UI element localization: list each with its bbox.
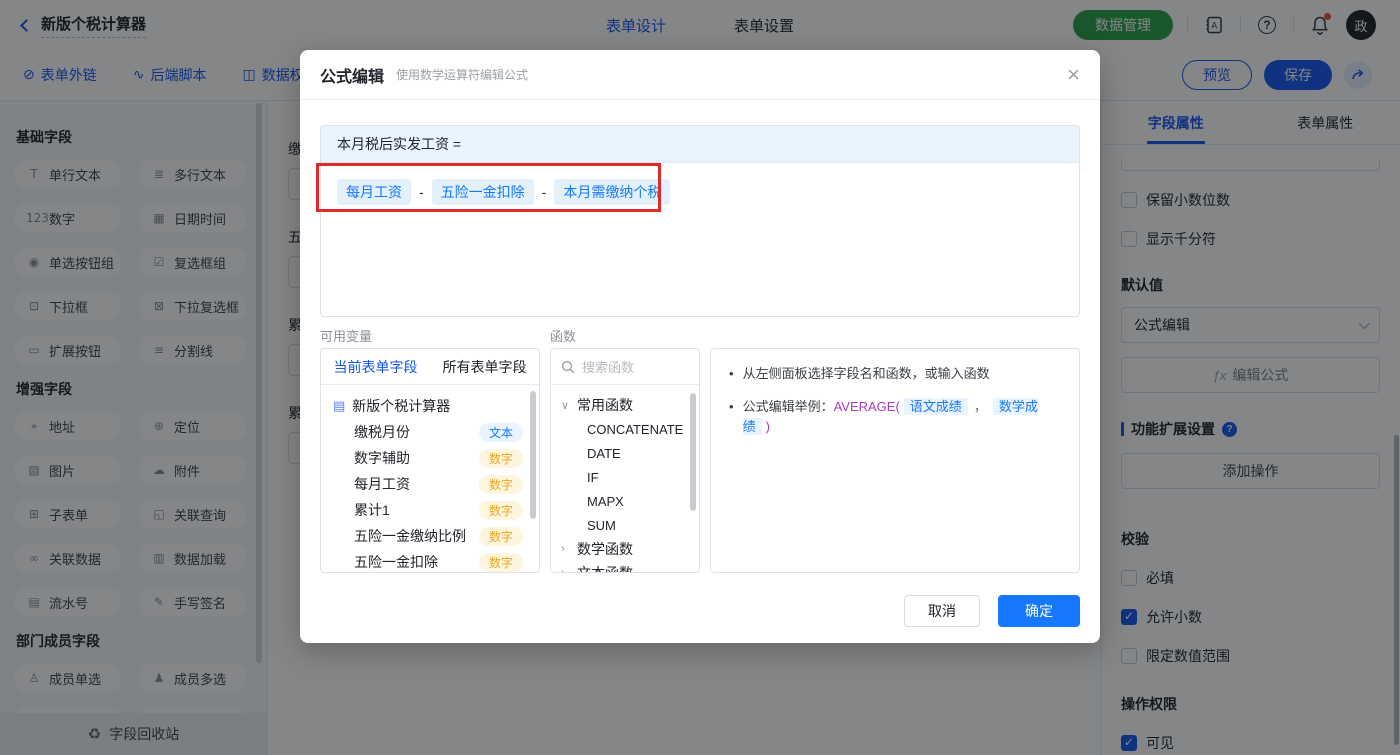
variable-type-badge: 数字 (478, 500, 523, 520)
variable-name: 数字辅助 (354, 450, 410, 466)
example-field-chip: 语文成绩 (903, 398, 968, 415)
formula-field-token[interactable]: 本月需缴纳个税 (554, 179, 671, 205)
function-item[interactable]: IF (561, 465, 699, 489)
example-close-paren: ) (765, 419, 770, 434)
variable-row[interactable]: 每月工资 数字 (333, 471, 539, 497)
variable-type-badge: 数字 (478, 526, 523, 546)
variable-row[interactable]: 缴税月份 文本 (333, 419, 539, 445)
formula-expression[interactable]: 每月工资 - 五险一金扣除 - 本月需缴纳个税 (321, 163, 1079, 221)
function-item[interactable]: SUM (561, 513, 699, 537)
functions-panel: 搜索函数 ∨ 常用函数 CONCATENATE DATE IF MAPX SUM › 数学函数 ›… (550, 348, 700, 573)
bullet: • (729, 366, 734, 381)
variable-type-badge: 数字 (478, 552, 523, 572)
formula-tips-panel: • 从左侧面板选择字段名和函数，或输入函数 • 公式编辑举例：AVERAGE(语… (710, 348, 1080, 573)
formula-operator: - (419, 184, 424, 200)
formula-editor[interactable]: 本月税后实发工资 = 每月工资 - 五险一金扣除 - 本月需缴纳个税 (320, 125, 1080, 317)
variable-type-badge: 数字 (478, 474, 523, 494)
variable-row[interactable]: 五险一金扣除 数字 (333, 549, 539, 572)
tip-line-example: • 公式编辑举例：AVERAGE(语文成绩，数学成绩) (729, 397, 1061, 437)
tab-all-form-fields[interactable]: 所有表单字段 (430, 349, 539, 384)
search-icon (561, 360, 575, 373)
variables-panel: 当前表单字段 所有表单字段 ▤ 新版个税计算器 缴税月份 文本 数字辅助 数字 每月工资… (320, 348, 540, 573)
form-doc-icon: ▤ (333, 398, 346, 414)
function-item[interactable]: DATE (561, 441, 699, 465)
formula-operator: - (541, 184, 547, 200)
variable-name: 五险一金缴纳比例 (354, 528, 466, 544)
confirm-button[interactable]: 确定 (998, 595, 1080, 627)
modal-subtitle: 使用数学运算符编辑公式 (396, 68, 529, 82)
variables-tree-root[interactable]: ▤ 新版个税计算器 (333, 393, 539, 419)
function-group[interactable]: › 文本函数 (561, 561, 699, 573)
example-prefix: 公式编辑举例： (742, 399, 834, 414)
variable-name: 累计1 (354, 502, 390, 518)
function-item[interactable]: CONCATENATE (561, 417, 699, 441)
formula-field-token[interactable]: 五险一金扣除 (431, 179, 534, 205)
chevron-right-icon: › (561, 567, 565, 573)
functions-label: 函数 (550, 329, 577, 344)
function-group-label: 数学函数 (577, 541, 633, 557)
cancel-button[interactable]: 取消 (904, 595, 980, 627)
functions-scrollbar[interactable] (690, 393, 696, 511)
variable-name: 五险一金扣除 (354, 554, 438, 570)
formula-target: 本月税后实发工资 = (321, 126, 1079, 163)
example-function: AVERAGE( (833, 399, 900, 414)
function-group-label: 文本函数 (577, 565, 633, 573)
close-icon[interactable]: × (1067, 63, 1080, 86)
root-form-name: 新版个税计算器 (352, 398, 451, 414)
variable-type-badge: 文本 (478, 422, 523, 442)
tab-current-form-fields[interactable]: 当前表单字段 (321, 349, 430, 384)
variable-name: 缴税月份 (354, 424, 410, 440)
variables-scrollbar[interactable] (530, 391, 536, 519)
variable-row[interactable]: 累计1 数字 (333, 497, 539, 523)
bullet: • (729, 399, 734, 414)
function-item[interactable]: MAPX (561, 489, 699, 513)
formula-editor-modal: 公式编辑 使用数学运算符编辑公式 × 本月税后实发工资 = 每月工资 - 五险一金扣… (300, 50, 1100, 643)
variable-row[interactable]: 数字辅助 数字 (333, 445, 539, 471)
function-group-label: 常用函数 (577, 397, 633, 413)
app-screen: 新版个税计算器 表单设计 表单设置 数据管理 A ? 政 ⊘表单外链∿后端脚本◫… (0, 0, 1400, 755)
formula-field-token[interactable]: 每月工资 (337, 179, 411, 205)
chevron-down-icon: ∨ (561, 399, 570, 412)
example-separator: ， (973, 399, 987, 414)
search-placeholder: 搜索函数 (582, 360, 635, 375)
tip-line-1: • 从左侧面板选择字段名和函数，或输入函数 (729, 364, 1061, 384)
variable-type-badge: 数字 (478, 448, 523, 468)
modal-title: 公式编辑 (320, 68, 385, 86)
function-group[interactable]: › 数学函数 (561, 537, 699, 561)
variables-label: 可用变量 (320, 329, 373, 344)
variable-name: 每月工资 (354, 476, 410, 492)
chevron-right-icon: › (561, 543, 565, 555)
variable-row[interactable]: 五险一金缴纳比例 数字 (333, 523, 539, 549)
function-search-input[interactable]: 搜索函数 (551, 349, 699, 385)
function-group[interactable]: ∨ 常用函数 (561, 393, 699, 417)
